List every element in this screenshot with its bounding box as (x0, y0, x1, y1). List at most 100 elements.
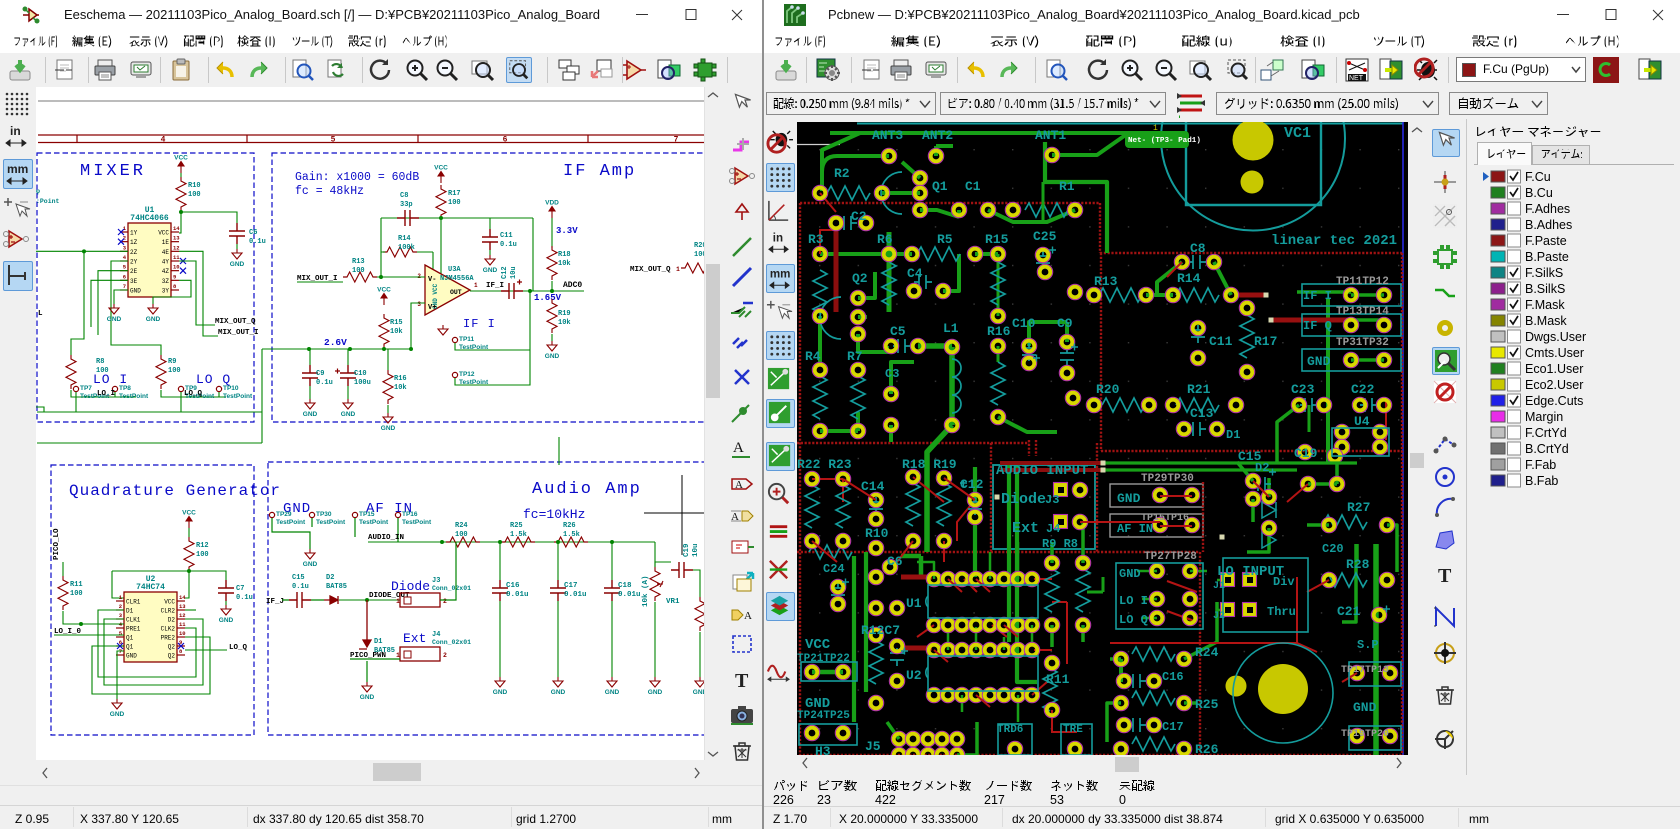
svg-text:NJM4556A: NJM4556A (440, 275, 474, 283)
svg-text:C9: C9 (1057, 316, 1073, 331)
svg-text:IF Q: IF Q (1303, 319, 1332, 333)
svg-text:100: 100 (352, 267, 365, 275)
svg-text:C21: C21 (1337, 604, 1361, 619)
svg-text:D2: D2 (168, 617, 176, 624)
svg-text:3Y: 3Y (162, 288, 170, 295)
svg-text:R8: R8 (96, 358, 104, 366)
svg-text:TP11: TP11 (459, 336, 475, 343)
svg-text:Conn_02x01: Conn_02x01 (432, 639, 471, 646)
svg-text:10k: 10k (390, 328, 403, 336)
svg-text:C18: C18 (618, 582, 632, 590)
svg-text:R11: R11 (1046, 672, 1070, 687)
svg-text:2: 2 (443, 652, 447, 659)
svg-text:GND: GND (1119, 567, 1141, 581)
svg-text:1.5k: 1.5k (563, 531, 580, 539)
svg-text:R15: R15 (390, 319, 403, 327)
svg-text:GND: GND (341, 411, 356, 418)
svg-text:NET: NET (1349, 75, 1364, 82)
svg-text:AF IN: AF IN (1117, 522, 1153, 536)
svg-text:F.Paste: F.Paste (1525, 234, 1567, 248)
svg-text:TestPoint: TestPoint (359, 519, 389, 526)
svg-text:C4: C4 (907, 266, 923, 281)
svg-text:Gain: x1000 = 60dB: Gain: x1000 = 60dB (295, 171, 419, 184)
svg-text:B.Adhes: B.Adhes (1525, 218, 1572, 232)
svg-text:LO_I: LO_I (97, 390, 115, 398)
svg-text:100: 100 (196, 551, 209, 559)
svg-text:0.01u: 0.01u (564, 591, 587, 599)
svg-text:1: 1 (474, 282, 478, 289)
svg-text:ANT3: ANT3 (872, 128, 903, 143)
svg-text:F.CrtYd: F.CrtYd (1525, 426, 1567, 440)
svg-text:GND: GND (1117, 491, 1141, 506)
svg-text:TP19TP20: TP19TP20 (1341, 729, 1389, 740)
svg-text:1: 1 (676, 266, 680, 273)
svg-text:R2: R2 (834, 166, 850, 181)
svg-text:L1: L1 (943, 321, 959, 336)
svg-text:C5: C5 (890, 324, 906, 339)
svg-text:IF Amp: IF Amp (563, 162, 636, 181)
svg-text:F.Adhes: F.Adhes (1525, 202, 1570, 216)
svg-text:GND: GND (381, 425, 396, 432)
svg-text:5: 5 (331, 136, 336, 145)
svg-text:C25: C25 (1033, 229, 1057, 244)
svg-text:TP30: TP30 (316, 511, 332, 518)
svg-text:100u: 100u (354, 379, 371, 387)
svg-text:VC1: VC1 (1284, 125, 1311, 142)
svg-text:J4: J4 (432, 631, 440, 639)
svg-text:L: L (38, 310, 43, 318)
svg-text:MIX_OUT_Q: MIX_OUT_Q (630, 266, 671, 274)
svg-text:CLK2: CLK2 (161, 626, 176, 633)
svg-text:U4: U4 (1354, 414, 1370, 429)
svg-text:2Z: 2Z (130, 249, 138, 256)
svg-text:C24: C24 (823, 562, 845, 576)
svg-text:C22: C22 (1351, 382, 1375, 397)
svg-text:A: A (733, 440, 744, 456)
svg-text:100: 100 (96, 367, 109, 375)
svg-text:B.Paste: B.Paste (1525, 250, 1569, 264)
svg-text:GND: GND (130, 288, 141, 295)
svg-text:R14: R14 (1177, 271, 1201, 286)
svg-text:13: 13 (179, 603, 186, 610)
svg-text:T: T (735, 670, 749, 692)
svg-text:VCC: VCC (158, 230, 169, 237)
svg-text:C12: C12 (501, 266, 509, 279)
svg-text:2Y: 2Y (130, 259, 138, 266)
svg-text:TP11TP12: TP11TP12 (1336, 276, 1389, 288)
svg-text:V+: V+ (428, 304, 436, 312)
svg-text:1E: 1E (162, 239, 170, 246)
svg-text:MIX_OUT_Q: MIX_OUT_Q (215, 318, 256, 326)
svg-text:PICO_LO: PICO_LO (53, 528, 61, 560)
svg-text:A: A (744, 610, 752, 622)
svg-text:VDD: VDD (545, 200, 559, 207)
svg-text:R25: R25 (510, 522, 523, 530)
svg-text:B.Mask: B.Mask (1525, 314, 1567, 328)
svg-text:100: 100 (168, 367, 181, 375)
svg-text:C9: C9 (316, 370, 324, 378)
svg-text:AUDIO INPUT: AUDIO INPUT (996, 463, 1088, 479)
svg-text:GND: GND (126, 653, 137, 660)
svg-text:GND: GND (551, 689, 566, 696)
svg-text:R24: R24 (1195, 645, 1219, 660)
svg-text:R14: R14 (398, 235, 411, 243)
svg-text:422: 422 (875, 793, 896, 806)
svg-text:VCC: VCC (182, 510, 196, 517)
svg-text:TP7: TP7 (80, 385, 92, 392)
svg-text:6: 6 (503, 136, 508, 145)
svg-text:TP21TP22: TP21TP22 (797, 653, 850, 665)
svg-text:3Z: 3Z (162, 278, 170, 285)
svg-text:C3: C3 (885, 367, 899, 381)
svg-text:PRE1: PRE1 (126, 626, 141, 633)
svg-text:D1: D1 (126, 608, 134, 615)
svg-text:C17: C17 (1162, 720, 1184, 734)
svg-text:linear tec 2021: linear tec 2021 (1271, 233, 1397, 249)
svg-text:C19: C19 (683, 543, 691, 557)
svg-text:IF I: IF I (1303, 289, 1332, 303)
svg-text:R28: R28 (1346, 557, 1370, 572)
svg-text:C20: C20 (1322, 542, 1344, 556)
svg-text:B.Cu: B.Cu (1525, 186, 1553, 200)
svg-text:GND: GND (605, 689, 620, 696)
svg-text:10k: 10k (558, 260, 571, 268)
svg-text:F.Cu: F.Cu (1525, 170, 1551, 184)
svg-text:0.1u: 0.1u (249, 238, 266, 246)
svg-text:IF I: IF I (463, 317, 496, 331)
